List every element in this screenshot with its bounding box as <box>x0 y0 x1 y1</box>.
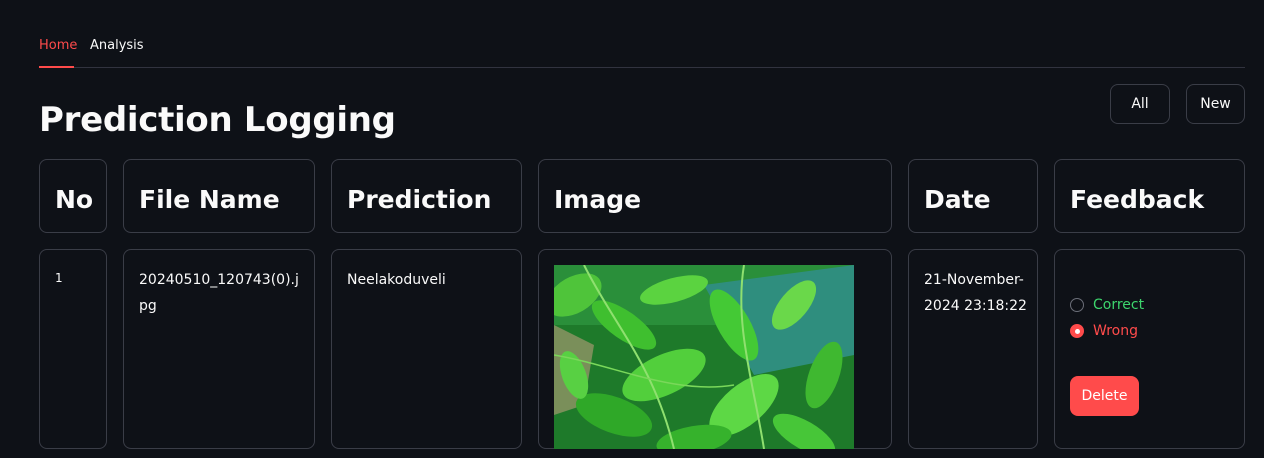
feedback-wrong-radio[interactable]: Wrong <box>1070 323 1138 339</box>
header-image-label: Image <box>554 185 642 214</box>
all-button[interactable]: All <box>1110 84 1170 124</box>
tab-home[interactable]: Home <box>39 38 77 53</box>
date-value: 21-November-2024 23:18:22 <box>924 272 1027 314</box>
radio-selected-icon[interactable] <box>1070 324 1084 338</box>
radio-circle-icon[interactable] <box>1070 298 1084 312</box>
header-feedback-label: Feedback <box>1070 185 1205 214</box>
active-tab-indicator <box>39 66 74 68</box>
new-button[interactable]: New <box>1186 84 1245 124</box>
prediction-value: Neelakoduveli <box>347 272 446 288</box>
row-number: 1 <box>55 271 63 285</box>
feedback-wrong-label: Wrong <box>1093 323 1138 339</box>
page-title: Prediction Logging <box>39 100 396 140</box>
plant-image <box>554 265 854 449</box>
header-date: Date <box>908 159 1038 233</box>
header-file-name-label: File Name <box>139 185 280 214</box>
file-name: 20240510_120743(0).jpg <box>139 272 299 314</box>
row-image-cell <box>538 249 892 449</box>
row-file-name-cell: 20240510_120743(0).jpg <box>123 249 315 449</box>
header-file-name: File Name <box>123 159 315 233</box>
tab-analysis[interactable]: Analysis <box>90 38 144 53</box>
header-date-label: Date <box>924 185 991 214</box>
tab-bar: Home Analysis <box>39 30 1245 68</box>
row-prediction-cell: Neelakoduveli <box>331 249 522 449</box>
feedback-correct-label: Correct <box>1093 297 1145 313</box>
header-no: No <box>39 159 107 233</box>
row-feedback-cell: Correct Wrong Delete <box>1054 249 1245 449</box>
header-no-label: No <box>55 185 94 214</box>
feedback-correct-radio[interactable]: Correct <box>1070 297 1144 313</box>
row-no-cell: 1 <box>39 249 107 449</box>
row-date-cell: 21-November-2024 23:18:22 <box>908 249 1038 449</box>
delete-button[interactable]: Delete <box>1070 376 1139 416</box>
header-feedback: Feedback <box>1054 159 1245 233</box>
header-image: Image <box>538 159 892 233</box>
header-prediction-label: Prediction <box>347 185 492 214</box>
header-prediction: Prediction <box>331 159 522 233</box>
